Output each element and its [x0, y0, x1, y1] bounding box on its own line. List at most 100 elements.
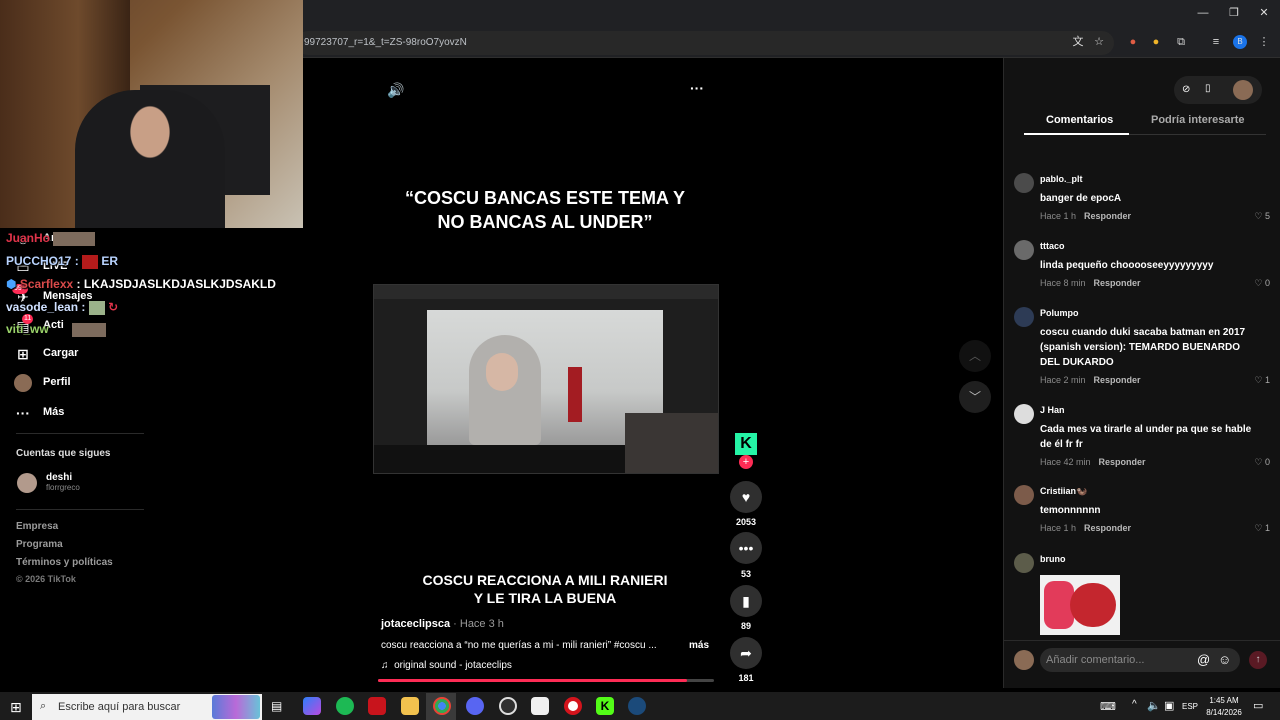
capcut-icon[interactable]: [531, 697, 549, 715]
author-name[interactable]: jotaceclipsca: [381, 618, 450, 630]
sound-link[interactable]: ♫ original sound - jotaceclips: [381, 660, 512, 671]
task-view-icon[interactable]: ▤: [271, 699, 282, 713]
comment-button[interactable]: •••: [730, 532, 762, 564]
minimize-icon[interactable]: —: [1196, 6, 1210, 20]
volume-icon[interactable]: 🔊: [387, 82, 404, 99]
compass-icon[interactable]: ⊘: [1182, 84, 1190, 95]
translate-icon[interactable]: 文: [1071, 35, 1085, 49]
footer-company[interactable]: Empresa: [16, 521, 58, 532]
tab-comments[interactable]: Comentarios: [1046, 114, 1113, 126]
speaker-icon[interactable]: 🔈: [1147, 699, 1161, 712]
video-progress-bar[interactable]: [378, 679, 714, 682]
more-options-icon[interactable]: ···: [690, 80, 704, 96]
discord-icon[interactable]: [466, 697, 484, 715]
windows-start-icon[interactable]: ⊞: [10, 699, 22, 716]
extension-icon[interactable]: ●: [1149, 35, 1163, 49]
previous-video-button[interactable]: ︿: [959, 340, 991, 372]
comment-like-button[interactable]: ♡ 0: [1248, 457, 1270, 468]
obs-icon[interactable]: [499, 697, 517, 715]
chevron-up-icon[interactable]: ^: [1132, 699, 1137, 710]
tab-you-may-like[interactable]: Podría interesarte: [1151, 114, 1245, 126]
embedded-webcam: [625, 413, 718, 473]
sidebar-item-upload[interactable]: ⊞ Cargar: [14, 343, 194, 365]
chevron-down-icon: ﹀: [968, 390, 981, 404]
file-explorer-icon[interactable]: [401, 697, 419, 715]
mention-icon[interactable]: @: [1197, 652, 1210, 667]
comment-avatar[interactable]: [1014, 485, 1034, 505]
next-video-button[interactable]: ﹀: [959, 381, 991, 413]
send-button[interactable]: ↑: [1249, 651, 1267, 669]
comment-like-button[interactable]: ♡ 1: [1248, 523, 1270, 534]
keyboard-icon[interactable]: ⌨: [1100, 700, 1116, 713]
kick-icon[interactable]: K: [596, 697, 614, 715]
device-icon[interactable]: ▯: [1205, 83, 1211, 94]
profile-icon[interactable]: B: [1233, 35, 1247, 49]
comment-username[interactable]: Cristiian🦦: [1040, 486, 1087, 497]
comment-username[interactable]: tttaco: [1040, 241, 1065, 251]
comment-username[interactable]: bruno: [1040, 554, 1066, 564]
follow-plus-icon[interactable]: +: [739, 455, 753, 469]
like-button[interactable]: ♥: [730, 481, 762, 513]
reply-button[interactable]: Responder: [1099, 457, 1146, 467]
comment-avatar[interactable]: [1014, 404, 1034, 424]
reply-button[interactable]: Responder: [1094, 278, 1141, 288]
comment-like-button[interactable]: ♡ 5: [1248, 211, 1270, 222]
share-button[interactable]: ➦: [730, 637, 762, 669]
comment-like-button[interactable]: ♡ 0: [1248, 278, 1270, 289]
comment-avatar[interactable]: [1014, 240, 1034, 260]
copilot-icon[interactable]: [303, 697, 321, 715]
sidebar-item-profile[interactable]: Perfil: [14, 372, 194, 394]
following-avatar[interactable]: [17, 473, 37, 493]
comment-avatar[interactable]: [1014, 173, 1034, 193]
spotify-icon[interactable]: [336, 697, 354, 715]
chat-message: PUCCHO17 : ER: [6, 254, 119, 269]
save-button[interactable]: ▮: [730, 585, 762, 617]
extension-icon[interactable]: ●: [1126, 35, 1140, 49]
puzzle-icon[interactable]: ⧉: [1174, 35, 1188, 49]
creator-avatar[interactable]: K: [735, 433, 757, 455]
search-icon: ⌕: [40, 700, 47, 712]
reading-list-icon[interactable]: ≡: [1209, 35, 1223, 49]
comment-like-button[interactable]: ♡ 1: [1248, 375, 1270, 386]
following-name[interactable]: deshi: [46, 472, 72, 483]
chat-emote: [88, 300, 105, 315]
chat-message: vasode_lean : ↻: [6, 300, 119, 315]
comment-avatar[interactable]: [1014, 307, 1034, 327]
reply-button[interactable]: Responder: [1094, 375, 1141, 385]
menu-icon[interactable]: ⋮: [1257, 35, 1271, 49]
reply-button[interactable]: Responder: [1084, 523, 1131, 533]
comment-username[interactable]: Polumpo: [1040, 308, 1079, 318]
chrome-icon[interactable]: [433, 697, 451, 715]
more-link[interactable]: más: [689, 640, 709, 651]
clock-date: 8/14/2026: [1206, 708, 1242, 717]
comment-username[interactable]: J Han: [1040, 405, 1065, 415]
steam-icon[interactable]: [628, 697, 646, 715]
footer-program[interactable]: Programa: [16, 539, 63, 550]
video-author[interactable]: jotaceclipsca · Hace 3 h: [381, 618, 504, 630]
emoji-icon[interactable]: ☺: [1218, 652, 1231, 667]
tab-divider: [1129, 134, 1266, 135]
reply-button[interactable]: Responder: [1084, 211, 1131, 221]
chat-emote: [53, 231, 96, 246]
taskbar-clock[interactable]: 1:45 AM 8/14/2026: [1204, 695, 1244, 719]
sound-name[interactable]: original sound - jotaceclips: [394, 660, 512, 671]
voicemod-icon[interactable]: [368, 697, 386, 715]
share-icon: ➦: [740, 645, 752, 661]
user-avatar[interactable]: [1233, 80, 1253, 100]
comment-username[interactable]: pablo._plt: [1040, 174, 1083, 184]
restore-icon[interactable]: ❐: [1227, 6, 1241, 20]
sidebar-item-more[interactable]: ··· Más: [14, 402, 194, 424]
save-count: 89: [740, 621, 751, 631]
comment-avatar[interactable]: [1014, 553, 1034, 573]
notification-icon[interactable]: ▭: [1253, 699, 1263, 712]
search-highlight-image: [212, 695, 260, 719]
language-indicator[interactable]: ESP: [1182, 702, 1198, 711]
chat-message: ⬢ Scarflexx : LKAJSDJASLKDJASLKJDSAKLD: [6, 277, 276, 291]
network-icon[interactable]: ▣: [1164, 699, 1174, 712]
close-icon[interactable]: ✕: [1257, 6, 1271, 20]
footer-terms[interactable]: Términos y políticas: [16, 557, 113, 568]
star-icon[interactable]: ☆: [1092, 35, 1106, 49]
address-bar[interactable]: 99723707_r=1&_t=ZS-98roO7yovzN: [296, 31, 1114, 55]
opera-icon[interactable]: [564, 697, 582, 715]
comment-icon: •••: [738, 540, 754, 556]
